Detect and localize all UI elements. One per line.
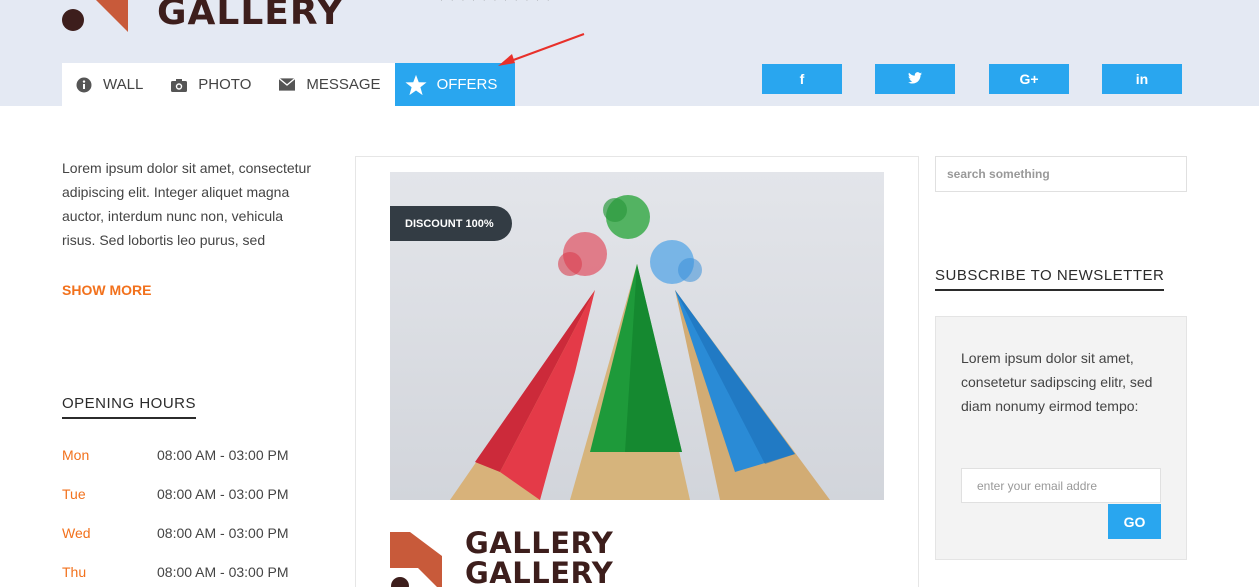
hours-day: Wed	[62, 525, 91, 541]
tab-wall-label: WALL	[103, 76, 144, 93]
discount-badge: DISCOUNT 100%	[390, 206, 512, 241]
red-annotation-arrow-icon	[498, 33, 585, 66]
hours-time: 08:00 AM - 03:00 PM	[157, 525, 289, 541]
go-button[interactable]: GO	[1108, 504, 1161, 539]
hours-day: Mon	[62, 447, 90, 463]
facebook-button[interactable]: f	[762, 64, 842, 94]
search-input[interactable]	[935, 156, 1187, 192]
hours-time: 08:00 AM - 03:00 PM	[157, 564, 289, 580]
site-logo-text[interactable]: GALLERY	[157, 0, 344, 33]
camera-icon	[171, 77, 188, 93]
main-tabs: WALL PHOTO MESSAGE OFFERS	[62, 63, 516, 106]
header-band: GALLERY , , , , , , , , , , , WALL PHOTO…	[0, 0, 1259, 106]
opening-hours-title: OPENING HOURS	[62, 395, 197, 419]
linkedin-icon: in	[1135, 71, 1149, 87]
envelope-icon	[279, 77, 296, 93]
tab-offers-label: OFFERS	[436, 76, 498, 93]
tab-photo[interactable]: PHOTO	[157, 63, 266, 106]
star-icon	[405, 74, 427, 96]
hours-time: 08:00 AM - 03:00 PM	[157, 486, 289, 502]
hours-day: Thu	[62, 564, 87, 580]
newsletter-title: SUBSCRIBE TO NEWSLETTER	[935, 267, 1165, 291]
tab-wall[interactable]: WALL	[62, 63, 158, 106]
facebook-icon: f	[799, 71, 805, 87]
tab-message[interactable]: MESSAGE	[265, 63, 395, 106]
card-logo-line: GALLERY	[465, 556, 614, 587]
tab-photo-label: PHOTO	[198, 76, 252, 93]
hours-time: 08:00 AM - 03:00 PM	[157, 447, 289, 463]
card-logo-line: GALLERY	[465, 526, 614, 560]
google-plus-icon: G+	[1019, 71, 1039, 87]
hours-day: Tue	[62, 486, 86, 502]
twitter-icon	[908, 71, 922, 87]
gallery-logo-mark[interactable]	[62, 0, 128, 32]
twitter-button[interactable]	[875, 64, 955, 94]
google-plus-button[interactable]: G+	[989, 64, 1069, 94]
info-icon	[76, 77, 92, 93]
card-logo-mark	[390, 532, 442, 587]
newsletter-text: Lorem ipsum dolor sit amet, consetetur s…	[961, 350, 1153, 414]
card-logo-text: GALLERY GALLERY	[465, 528, 613, 587]
intro-text: Lorem ipsum dolor sit amet, consectetur …	[62, 160, 311, 248]
email-field[interactable]	[961, 468, 1161, 503]
top-nav-text: , , , , , , , , , , ,	[440, 0, 1160, 2]
linkedin-button[interactable]: in	[1102, 64, 1182, 94]
tab-message-label: MESSAGE	[306, 76, 381, 93]
show-more-link[interactable]: SHOW MORE	[62, 282, 151, 298]
